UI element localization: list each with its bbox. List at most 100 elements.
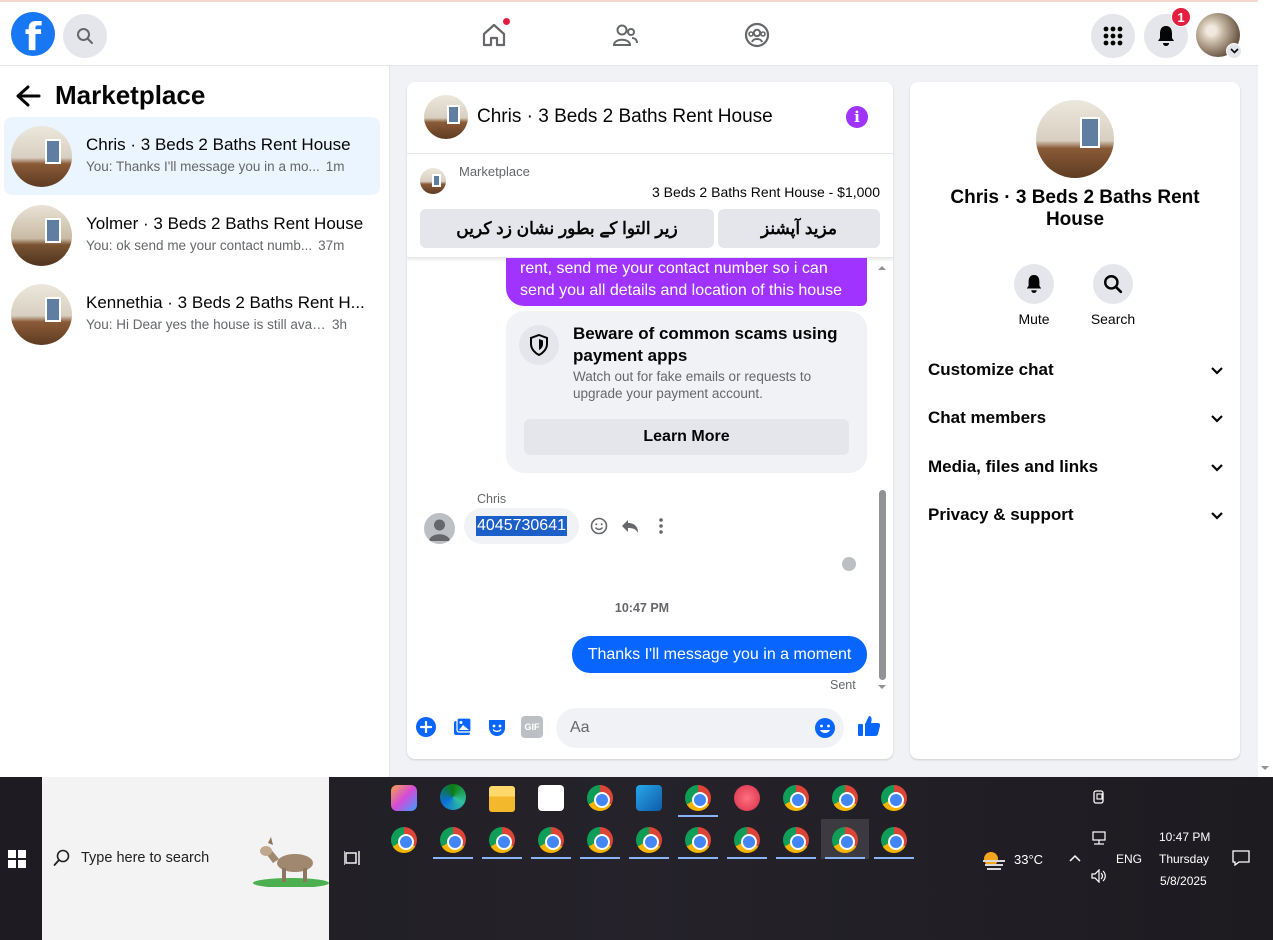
chevron-down-icon <box>1211 463 1223 472</box>
mute-button[interactable]: Mute <box>994 264 1074 327</box>
active-app-indicator <box>482 857 522 859</box>
customize-chat-row[interactable]: Customize chat <box>928 350 1224 390</box>
learn-more-button[interactable]: Learn More <box>524 419 849 455</box>
chrome-profile-app-icon[interactable] <box>783 785 809 811</box>
mark-as-pending-button[interactable]: زیر التوا کے بطور نشان زد کریں <box>420 209 714 248</box>
clock-day[interactable]: Thursday <box>1159 852 1209 866</box>
chrome-profile-app-icon[interactable] <box>734 827 760 853</box>
scroll-down-arrow-icon[interactable] <box>1259 764 1271 772</box>
volume-icon[interactable] <box>1090 869 1108 883</box>
notification-center-icon[interactable] <box>1232 850 1250 866</box>
chrome-profile-app-icon[interactable] <box>832 827 858 853</box>
outlook-app-icon[interactable] <box>636 785 662 811</box>
thumbs-up-icon[interactable] <box>856 713 882 739</box>
search-icon <box>77 28 93 44</box>
chat-profile-photo[interactable] <box>1036 100 1114 178</box>
home-nav-button[interactable] <box>479 17 511 50</box>
chrome-profile-app-icon[interactable] <box>587 827 613 853</box>
conversation-item[interactable]: Chris · 3 Beds 2 Baths Rent House You: T… <box>4 117 380 195</box>
groups-nav-button[interactable] <box>742 20 772 50</box>
clock-date[interactable]: 5/8/2025 <box>1160 874 1207 888</box>
back-arrow-icon[interactable] <box>14 84 42 108</box>
chat-title[interactable]: Chris · 3 Beds 2 Baths Rent House <box>477 106 773 128</box>
facebook-logo-icon[interactable]: f <box>11 12 55 56</box>
meet-now-icon[interactable] <box>1091 789 1107 805</box>
friends-icon <box>612 24 638 46</box>
weather-icon[interactable] <box>981 849 1007 871</box>
taskbar-search-placeholder: Type here to search <box>81 850 210 866</box>
windows-start-icon[interactable] <box>8 850 26 868</box>
taskbar-search-box[interactable]: Type here to search <box>42 777 329 940</box>
friends-nav-button[interactable] <box>610 20 640 50</box>
chevron-up-icon[interactable] <box>1068 853 1082 863</box>
sender-avatar[interactable] <box>424 513 455 544</box>
scroll-up-arrow-icon[interactable] <box>876 264 888 272</box>
scroll-down-arrow-icon[interactable] <box>876 683 888 691</box>
more-options-icon[interactable] <box>651 516 671 536</box>
chrome-profile-app-icon[interactable] <box>881 785 907 811</box>
privacy-support-row[interactable]: Privacy & support <box>928 495 1224 535</box>
account-chevron-down-icon[interactable] <box>1226 43 1242 59</box>
chrome-profile-app-icon[interactable] <box>538 827 564 853</box>
bell-icon <box>1158 26 1174 46</box>
chat-window: Chris · 3 Beds 2 Baths Rent House i Mark… <box>407 82 893 759</box>
outgoing-message[interactable]: rent, send me your contact number so i c… <box>506 258 867 306</box>
plus-circle-icon[interactable] <box>415 716 437 738</box>
more-options-button[interactable]: مزید آپشنز <box>718 209 880 248</box>
chrome-profile-app-icon[interactable] <box>636 827 662 853</box>
row-label: Media, files and links <box>928 457 1099 476</box>
active-app-indicator <box>531 857 571 859</box>
active-app-indicator <box>678 857 718 859</box>
chrome-profile-app-icon[interactable] <box>391 827 417 853</box>
sticker-icon[interactable] <box>486 716 508 738</box>
notifications-count-badge: 1 <box>1171 7 1191 27</box>
marketplace-label: Marketplace <box>459 164 530 179</box>
input-language[interactable]: ENG <box>1116 852 1142 866</box>
outgoing-message[interactable]: Thanks I'll message you in a moment <box>572 636 867 673</box>
listing-thumbnail <box>420 168 446 194</box>
scrollbar-thumb[interactable] <box>879 490 886 680</box>
search-button[interactable] <box>63 14 107 58</box>
message-timestamp: 10:47 PM <box>614 601 670 615</box>
listing-title-price[interactable]: 3 Beds 2 Baths Rent House - $1,000 <box>652 184 880 200</box>
page-scrollbar[interactable] <box>1258 0 1273 777</box>
search-in-chat-button[interactable]: Search <box>1073 264 1153 327</box>
gif-icon[interactable]: GIF <box>521 716 543 738</box>
message-composer: GIF <box>407 694 893 759</box>
chrome-profile-app-icon[interactable] <box>881 827 907 853</box>
conversation-item[interactable]: Yolmer · 3 Beds 2 Baths Rent House You: … <box>4 196 380 274</box>
edge-app-icon[interactable] <box>440 784 466 810</box>
network-icon[interactable] <box>1090 831 1108 845</box>
file-explorer-icon[interactable] <box>489 786 515 812</box>
task-view-icon[interactable] <box>344 850 362 866</box>
photo-icon[interactable] <box>451 716 473 738</box>
microsoft-store-icon[interactable] <box>538 785 564 811</box>
media-files-links-row[interactable]: Media, files and links <box>928 447 1224 487</box>
reply-icon[interactable] <box>620 516 640 536</box>
sent-status: Sent <box>830 678 856 692</box>
chat-avatar[interactable] <box>424 95 468 139</box>
chrome-app-icon[interactable] <box>587 785 613 811</box>
active-app-indicator <box>678 815 718 817</box>
chrome-profile-app-icon[interactable] <box>832 785 858 811</box>
message-input[interactable] <box>556 708 844 748</box>
conversation-item[interactable]: Kennethia · 3 Beds 2 Baths Rent H... You… <box>4 275 380 353</box>
chat-members-row[interactable]: Chat members <box>928 398 1224 438</box>
emoji-icon[interactable] <box>814 717 836 739</box>
chrome-profile-app-icon[interactable] <box>783 827 809 853</box>
message-scrollbar[interactable] <box>876 264 888 694</box>
react-emoji-icon[interactable] <box>589 516 609 536</box>
chrome-profile-app-icon[interactable] <box>685 785 711 811</box>
chrome-profile-app-icon[interactable] <box>685 827 711 853</box>
row-label: Privacy & support <box>928 505 1074 524</box>
clock-time[interactable]: 10:47 PM <box>1159 830 1210 844</box>
chrome-profile-app-icon[interactable] <box>489 827 515 853</box>
incoming-message[interactable]: 4045730641 <box>464 508 579 544</box>
menu-button[interactable] <box>1091 14 1135 58</box>
snipping-tool-icon[interactable] <box>734 785 760 811</box>
info-icon[interactable]: i <box>846 106 868 128</box>
chrome-profile-app-icon[interactable] <box>440 827 466 853</box>
copilot-app-icon[interactable] <box>391 785 417 811</box>
temperature-text[interactable]: 33°C <box>1014 852 1043 867</box>
selected-phone-number[interactable]: 4045730641 <box>476 516 567 536</box>
